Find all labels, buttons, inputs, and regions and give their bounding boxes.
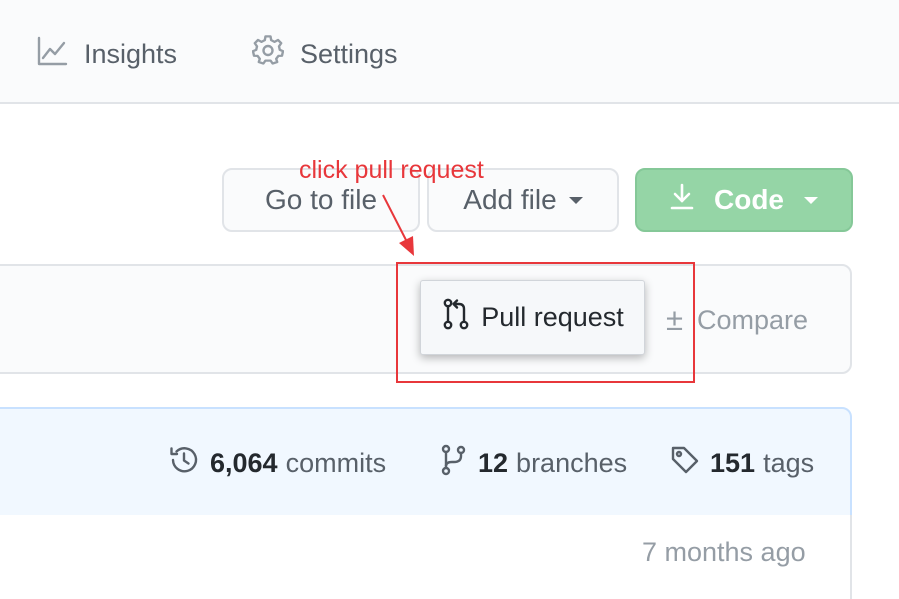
code-label: Code bbox=[714, 184, 784, 215]
tags-count: 151 bbox=[710, 447, 756, 478]
nav-item-insights[interactable]: Insights bbox=[36, 36, 177, 72]
nav-item-label: Insights bbox=[84, 38, 178, 69]
commits-label: commits bbox=[285, 447, 387, 478]
tag-icon bbox=[670, 445, 710, 482]
annotation-text: click pull request bbox=[299, 156, 484, 184]
annotation-highlight-box bbox=[396, 262, 695, 383]
nav-item-label: Settings bbox=[300, 38, 398, 69]
nav-item-settings[interactable]: Settings bbox=[251, 34, 398, 74]
last-commit-timestamp: 7 months ago bbox=[642, 537, 806, 567]
repo-nav-bar: Insights Settings bbox=[0, 0, 899, 104]
tags-label: tags bbox=[763, 447, 815, 478]
add-file-label: Add file bbox=[463, 184, 557, 215]
history-icon bbox=[168, 444, 210, 483]
caret-down-icon bbox=[804, 196, 818, 204]
tags-link[interactable]: 151 tags bbox=[670, 443, 814, 483]
branches-link[interactable]: 12 branches bbox=[440, 443, 627, 483]
commits-count: 6,064 bbox=[210, 447, 278, 478]
commits-link[interactable]: 6,064 commits bbox=[168, 443, 386, 483]
branches-label: branches bbox=[516, 447, 628, 478]
download-icon bbox=[670, 183, 714, 218]
code-button[interactable]: Code bbox=[635, 168, 853, 232]
compare-label: Compare bbox=[697, 304, 809, 335]
gear-icon bbox=[251, 34, 300, 74]
git-branch-icon bbox=[440, 444, 478, 483]
graph-icon bbox=[36, 35, 84, 74]
branches-count: 12 bbox=[478, 447, 509, 478]
caret-down-icon bbox=[568, 196, 583, 204]
go-to-file-label: Go to file bbox=[264, 184, 378, 215]
